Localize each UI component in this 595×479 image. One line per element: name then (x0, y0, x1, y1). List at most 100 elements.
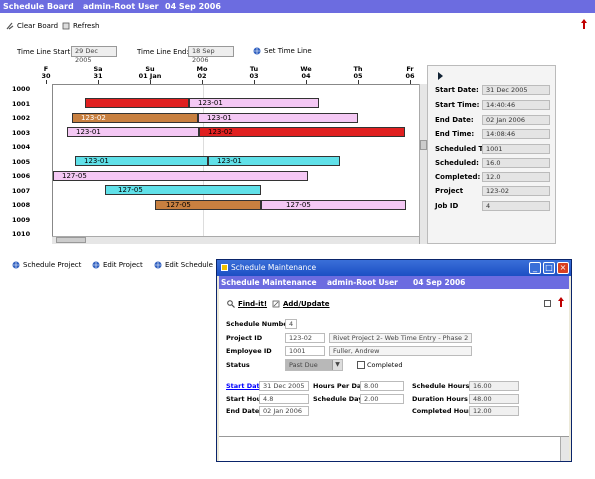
completed-hours-value: 12.00 (469, 406, 519, 416)
add-update-button[interactable]: Add/Update (272, 300, 330, 308)
gantt-chart[interactable]: 123-01 123-02 123-01 123-01 123-02 123-0… (52, 84, 420, 244)
start-date-label: Start Date: (435, 86, 479, 94)
refresh-label: Refresh (73, 22, 100, 30)
find-it-button[interactable]: Find-it! (227, 300, 267, 308)
window-content: Schedule Maintenance admin-Root User 04 … (219, 276, 569, 461)
schedule-bar[interactable]: 123-02 (199, 127, 405, 137)
dialog-header-user: admin-Root User (327, 278, 398, 287)
schedule-bar[interactable]: 123-01 (75, 156, 208, 166)
window-titlebar[interactable]: Schedule Maintenance (217, 260, 571, 276)
end-time-label: End Time: (435, 130, 475, 138)
schedule-bar[interactable]: 123-02 (72, 113, 198, 123)
minimize-button[interactable]: _ (529, 262, 541, 274)
day-number: 30 (41, 72, 51, 80)
end-date-label: End Date (226, 407, 260, 415)
timeline-start-input[interactable]: 29 Dec 2005 (71, 46, 117, 64)
project-value: 123-02 (482, 186, 550, 196)
schedule-bar[interactable]: 123-01 (67, 127, 199, 137)
resource-label: 1009 (12, 215, 31, 224)
schedule-bar[interactable]: 123-01 (189, 98, 319, 108)
project-id-label: Project ID (226, 334, 263, 342)
globe-icon (92, 261, 100, 269)
start-time-value: 14:40:46 (482, 100, 550, 110)
employee-name-field: Fuller, Andrew (329, 346, 472, 356)
set-timeline-button[interactable]: Set Time Line (253, 47, 312, 55)
project-id-input[interactable]: 123-02 (285, 333, 325, 343)
completed-value: 12.0 (482, 172, 550, 182)
resource-label: 1002 (12, 114, 31, 122)
close-button[interactable]: × (557, 262, 569, 274)
play-icon[interactable] (438, 72, 443, 80)
notes-area[interactable] (219, 436, 569, 461)
magnifier-icon (227, 300, 235, 308)
schedule-bar[interactable] (85, 98, 189, 108)
schedule-bar[interactable]: 127-05 (105, 185, 261, 195)
pin-icon[interactable] (580, 19, 588, 29)
completed-checkbox[interactable] (357, 361, 365, 369)
end-date-value: 02 Jan 2006 (482, 115, 550, 125)
timeline-end-input[interactable]: 18 Sep 2006 (188, 46, 234, 64)
schedule-days-input[interactable]: 2.00 (360, 394, 404, 404)
resource-label: 1007 (12, 186, 31, 195)
project-name-field: Rivet Project 2- Web Time Entry - Phase … (329, 333, 472, 343)
status-label: Status (226, 361, 250, 369)
app-title: Schedule Board (3, 2, 74, 11)
resource-label: 1000 (12, 85, 31, 93)
start-date-value: 31 Dec 2005 (482, 85, 550, 95)
schedule-bar[interactable]: 127-05 (53, 171, 308, 181)
schedule-bar[interactable]: 127-05 (261, 200, 406, 210)
edit-schedule-button[interactable]: Edit Schedule (154, 261, 213, 269)
day-number: 02 (197, 72, 207, 80)
app-titlebar: Schedule Board admin-Root User 04 Sep 20… (0, 0, 595, 13)
dialog-header-title: Schedule Maintenance (221, 278, 317, 287)
schedule-details-panel: Start Date: 31 Dec 2005 Start Time: 14:4… (427, 65, 556, 244)
status-value: Past Due (289, 361, 318, 369)
edit-icon (272, 300, 280, 308)
set-timeline-label: Set Time Line (264, 47, 312, 55)
resource-label: 1004 (12, 143, 31, 151)
start-date-input[interactable]: 31 Dec 2005 (259, 381, 309, 391)
chevron-down-icon[interactable]: ▼ (332, 360, 342, 370)
clear-board-button[interactable]: Clear Board (6, 22, 58, 30)
notes-scrollbar[interactable] (560, 437, 569, 461)
schedule-number-input[interactable]: 4 (285, 319, 297, 329)
globe-icon (154, 261, 162, 269)
resource-label: 1008 (12, 201, 31, 209)
edit-project-button[interactable]: Edit Project (92, 261, 143, 269)
job-id-value: 4 (482, 201, 550, 211)
completed-checkbox-label: Completed (367, 361, 403, 369)
end-time-value: 14:08:46 (482, 129, 550, 139)
scheduled-label: Scheduled: (435, 159, 479, 167)
gantt-vertical-scrollbar[interactable] (419, 84, 427, 244)
scheduled-value: 16.0 (482, 158, 550, 168)
maximize-button[interactable]: □ (543, 262, 555, 274)
schedule-project-label: Schedule Project (23, 261, 82, 269)
status-select[interactable]: Past Due ▼ (285, 359, 343, 371)
end-date-input[interactable]: 02 Jan 2006 (259, 406, 309, 416)
pin-icon[interactable] (557, 297, 565, 307)
hours-per-day-input[interactable]: 8.00 (360, 381, 404, 391)
current-date: 04 Sep 2006 (165, 2, 221, 11)
edit-project-label: Edit Project (103, 261, 143, 269)
clear-board-label: Clear Board (17, 22, 59, 30)
resource-label: 1010 (12, 230, 31, 238)
add-update-label: Add/Update (283, 300, 330, 308)
refresh-button[interactable]: Refresh (62, 22, 99, 30)
schedule-project-button[interactable]: Schedule Project (12, 261, 81, 269)
refresh-icon (62, 22, 70, 30)
find-it-label: Find-it! (238, 300, 268, 308)
employee-id-input[interactable]: 1001 (285, 346, 325, 356)
start-hour-input[interactable]: 4.8 (259, 394, 309, 404)
window-title: Schedule Maintenance (231, 263, 317, 272)
window-icon (221, 264, 228, 271)
gantt-horizontal-scrollbar[interactable] (52, 236, 419, 244)
day-number: 01 Jan (138, 72, 162, 80)
completed-hours-label: Completed Hours (412, 407, 476, 415)
completed-label: Completed: (435, 173, 481, 181)
schedule-bar[interactable]: 123-01 (208, 156, 340, 166)
timeline-end-label: Time Line End: (137, 48, 189, 56)
schedule-bar[interactable]: 123-01 (198, 113, 358, 123)
schedule-bar[interactable]: 127-05 (155, 200, 261, 210)
start-time-label: Start Time: (435, 101, 480, 109)
blank-icon[interactable] (544, 300, 551, 307)
